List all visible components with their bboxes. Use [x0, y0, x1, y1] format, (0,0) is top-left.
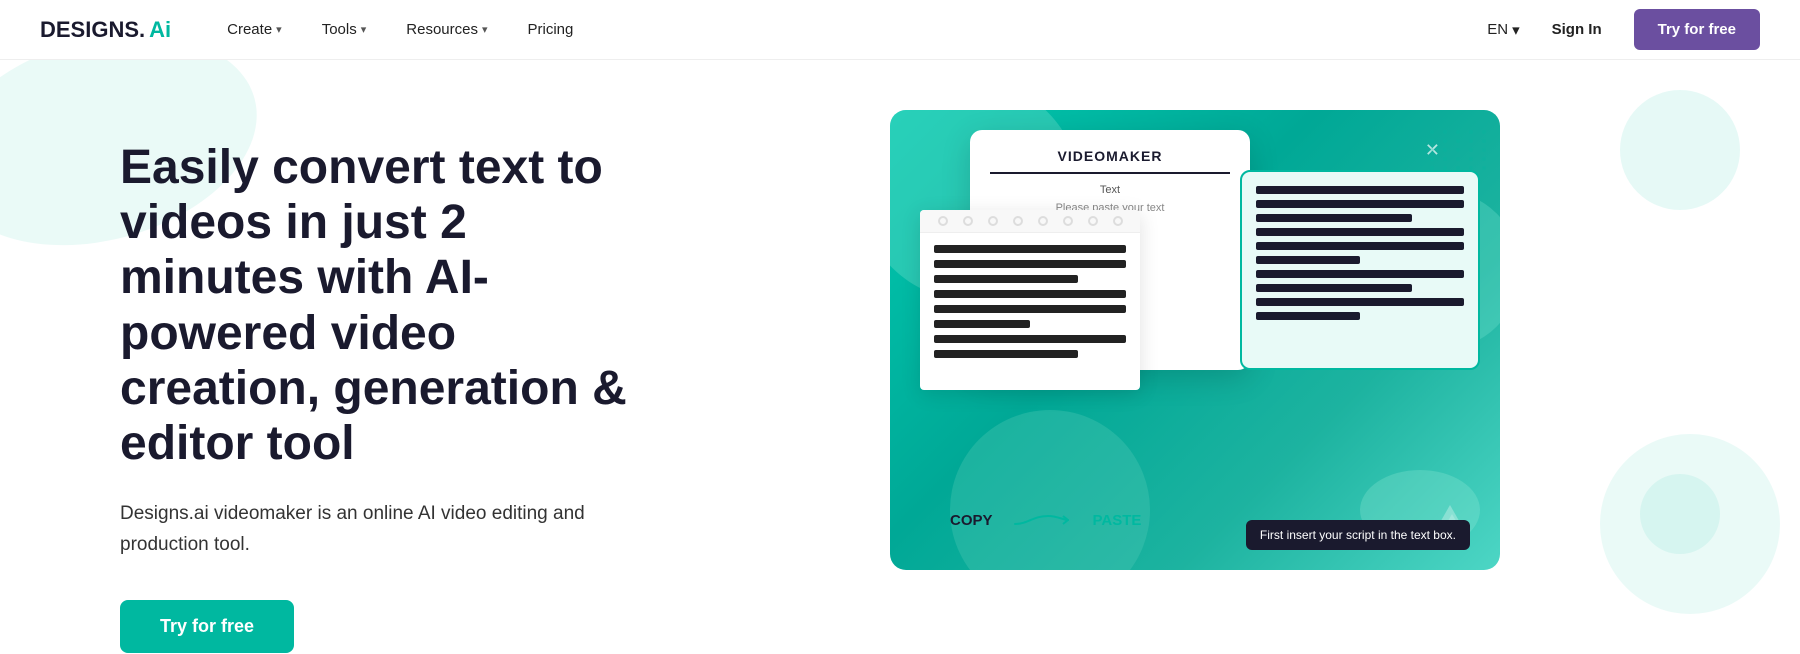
paste-label: PASTE [1093, 512, 1142, 529]
nav-item-pricing[interactable]: Pricing [512, 13, 590, 46]
nav-item-tools[interactable]: Tools ▾ [306, 13, 383, 46]
text-line [934, 245, 1126, 253]
notebook-ring [1013, 216, 1023, 226]
videomaker-tabs: Text [990, 184, 1230, 196]
paste-line [1256, 270, 1464, 278]
videomaker-title: VIDEOMAKER [990, 148, 1230, 164]
paste-line [1256, 312, 1360, 320]
dots-decoration [1430, 130, 1490, 170]
logo-text: DESIGNS. [40, 17, 145, 43]
notebook-ring [963, 216, 973, 226]
nav-item-resources[interactable]: Resources ▾ [390, 13, 503, 46]
videomaker-underline [990, 172, 1230, 174]
tab-text[interactable]: Text [1100, 184, 1120, 196]
nav-item-create[interactable]: Create ▾ [211, 13, 298, 46]
nav-right: EN ▾ Sign In Try for free [1487, 9, 1760, 50]
copy-paste-arrow-icon [1013, 510, 1073, 530]
hero-right-blob-sm [1640, 474, 1720, 554]
paste-card [1240, 170, 1480, 370]
chevron-down-icon: ▾ [361, 23, 367, 36]
paste-line [1256, 298, 1464, 306]
teal-blob-2 [950, 410, 1150, 570]
paste-line [1256, 242, 1464, 250]
notebook-ring [1063, 216, 1073, 226]
text-line [934, 290, 1126, 298]
notebook-rings [920, 210, 1140, 233]
paste-line [1256, 228, 1464, 236]
notebook-ring [1113, 216, 1123, 226]
try-for-free-button-hero[interactable]: Try for free [120, 600, 294, 653]
paste-line [1256, 200, 1464, 208]
hero-right-blob-top [1620, 90, 1740, 210]
chevron-down-icon: ▾ [276, 23, 282, 36]
paste-line [1256, 186, 1464, 194]
hero-title: Easily convert text to videos in just 2 … [120, 140, 660, 471]
text-line [934, 335, 1126, 343]
chevron-down-icon: ▾ [1512, 21, 1520, 39]
notebook-ring [1088, 216, 1098, 226]
copy-label: COPY [950, 512, 993, 529]
navbar: DESIGNS.Ai Create ▾ Tools ▾ Resources ▾ … [0, 0, 1800, 60]
tooltip: First insert your script in the text box… [1246, 520, 1470, 550]
language-selector[interactable]: EN ▾ [1487, 21, 1519, 39]
notebook-card [920, 210, 1140, 390]
copy-paste-area: COPY PASTE [950, 510, 1141, 530]
text-line [934, 305, 1126, 313]
hero-illustration: ✕ ✕ VIDEOMAKER Text Please paste your te… [890, 110, 1500, 610]
notebook-lines [920, 233, 1140, 370]
paste-line [1256, 256, 1360, 264]
notebook-ring [988, 216, 998, 226]
hero-description: Designs.ai videomaker is an online AI vi… [120, 499, 620, 560]
text-line [934, 275, 1078, 283]
notebook-ring [1038, 216, 1048, 226]
notebook-ring [938, 216, 948, 226]
try-for-free-button-nav[interactable]: Try for free [1634, 9, 1760, 50]
paste-line [1256, 214, 1412, 222]
text-line [934, 260, 1126, 268]
chevron-down-icon: ▾ [482, 23, 488, 36]
hero-section: Easily convert text to videos in just 2 … [0, 60, 1800, 654]
hero-content: Easily convert text to videos in just 2 … [0, 60, 700, 654]
logo-ai-text: Ai [149, 17, 171, 43]
paste-line [1256, 284, 1412, 292]
text-line [934, 350, 1078, 358]
text-line [934, 320, 1030, 328]
logo[interactable]: DESIGNS.Ai [40, 17, 171, 43]
nav-links: Create ▾ Tools ▾ Resources ▾ Pricing [211, 13, 1487, 46]
sign-in-button[interactable]: Sign In [1536, 13, 1618, 46]
